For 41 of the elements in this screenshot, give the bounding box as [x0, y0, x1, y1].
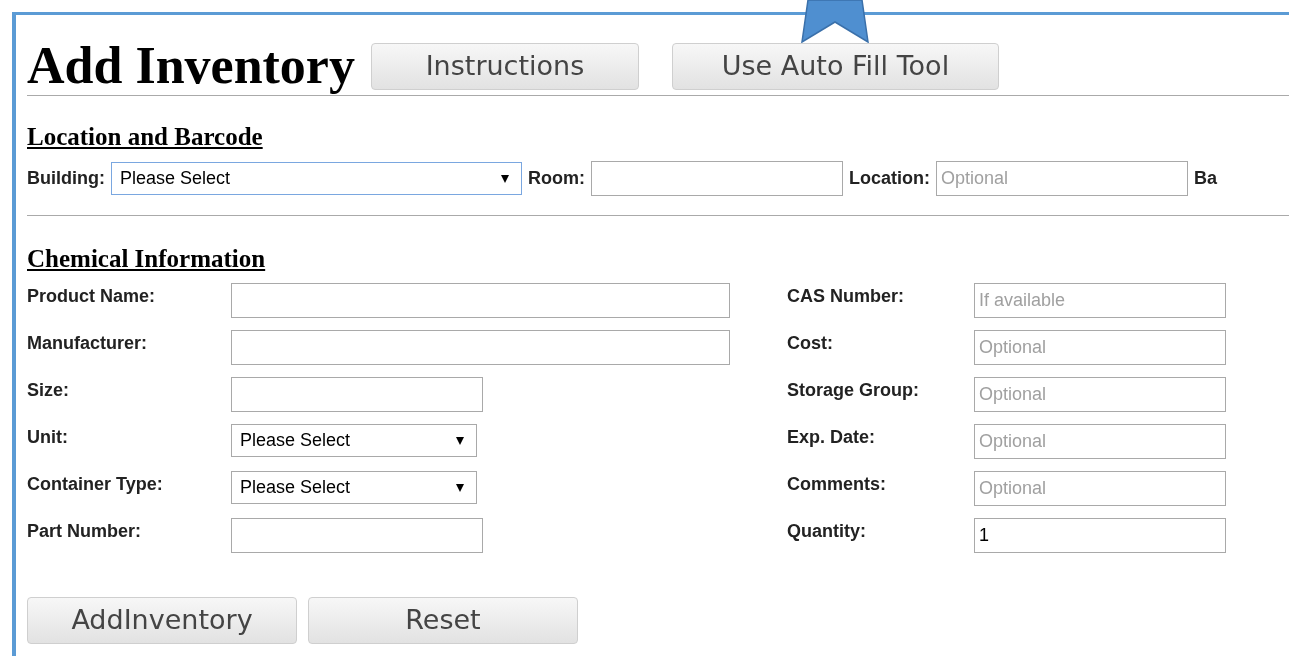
button[interactable]: Instructions — [370, 42, 639, 90]
page-title: Add Inventory — [27, 40, 355, 92]
field-label: Manufacturer: — [27, 332, 148, 355]
input-field[interactable]: If available — [974, 283, 1226, 318]
field-label: Part Number: — [27, 520, 143, 543]
input-field[interactable]: Optional — [974, 377, 1226, 412]
caret-icon — [456, 483, 464, 492]
input-field[interactable] — [231, 283, 730, 318]
field-label: Room: — [528, 167, 585, 190]
field-label: Exp. Date: — [787, 426, 877, 449]
button[interactable]: Reset — [308, 597, 578, 644]
field-label: Unit: — [27, 426, 69, 449]
field-label: Quantity: — [787, 520, 867, 543]
button[interactable]: Use Auto Fill Tool — [671, 42, 999, 90]
input-field[interactable]: Optional — [974, 424, 1226, 459]
section-heading: Location and Barcode — [27, 124, 264, 149]
input-field[interactable]: Optional — [974, 330, 1226, 365]
field-label: Container Type: — [27, 473, 164, 496]
field-label: Size: — [27, 379, 70, 402]
field-label: Product Name: — [27, 285, 157, 308]
caret-icon — [501, 174, 509, 183]
input-field[interactable]: Optional — [974, 471, 1226, 506]
field-label: Cost: — [787, 332, 834, 355]
input-field[interactable]: 1 — [974, 518, 1226, 553]
field-label: Storage Group: — [787, 379, 920, 402]
dropdown[interactable]: Please Select — [231, 471, 477, 504]
field-label: Building: — [27, 167, 105, 190]
button[interactable]: AddInventory — [27, 597, 297, 644]
input-field[interactable]: Optional — [936, 161, 1188, 196]
input-field[interactable] — [231, 330, 730, 365]
field-label: CAS Number: — [787, 285, 905, 308]
input-field[interactable] — [231, 518, 483, 553]
input-field[interactable] — [591, 161, 843, 196]
field-label: Ba — [1194, 167, 1217, 190]
caret-icon — [456, 436, 464, 445]
field-label: Location: — [849, 167, 930, 190]
dropdown[interactable]: Please Select — [231, 424, 477, 457]
input-field[interactable] — [231, 377, 483, 412]
section-heading: Chemical Information — [27, 246, 267, 271]
field-label: Comments: — [787, 473, 887, 496]
dropdown[interactable]: Please Select — [111, 162, 522, 195]
